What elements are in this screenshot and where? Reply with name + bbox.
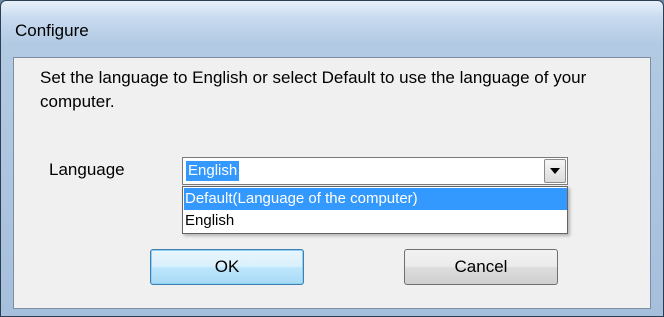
dropdown-button[interactable] bbox=[544, 159, 566, 183]
language-option-english[interactable]: English bbox=[184, 210, 567, 232]
title-bar[interactable]: Configure bbox=[1, 1, 663, 43]
language-combobox[interactable]: English bbox=[182, 157, 568, 185]
cancel-button[interactable]: Cancel bbox=[404, 249, 558, 285]
chevron-down-icon bbox=[550, 168, 560, 174]
language-label: Language bbox=[49, 160, 125, 179]
language-combobox-value: English bbox=[186, 161, 240, 181]
configure-window: Configure Set the language to English or… bbox=[0, 0, 664, 317]
dialog-body: Set the language to English or select De… bbox=[13, 57, 651, 309]
language-dropdown-list: Default(Language of the computer) Englis… bbox=[182, 186, 568, 234]
window-title: Configure bbox=[15, 21, 89, 40]
language-option-default[interactable]: Default(Language of the computer) bbox=[184, 188, 567, 210]
instruction-text: Set the language to English or select De… bbox=[40, 68, 587, 111]
ok-button[interactable]: OK bbox=[150, 249, 304, 285]
